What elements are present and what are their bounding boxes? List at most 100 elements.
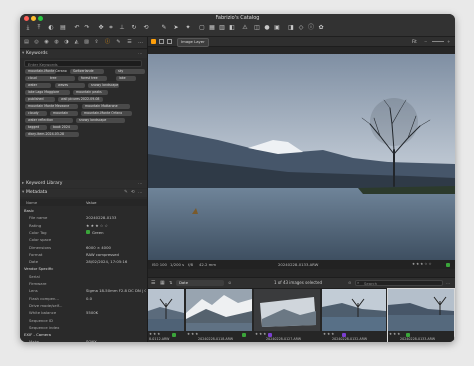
layers-icon[interactable]: ◇ xyxy=(297,24,305,32)
more-icon[interactable]: … xyxy=(138,180,143,188)
main-image[interactable] xyxy=(148,54,455,260)
metadata-group[interactable]: EXIF - Camera xyxy=(20,331,147,338)
straighten-icon[interactable]: ⊥ xyxy=(118,24,126,32)
keyword-chip[interactable]: Switzerlande xyxy=(70,69,104,74)
export-icon[interactable]: ⤒ xyxy=(35,24,43,32)
local-tab-icon[interactable]: ▨ xyxy=(83,39,90,46)
metadata-value[interactable]: Sigma 18-50mm F2.8 DC DN | C (Sony E) xyxy=(86,287,146,294)
keyword-chip[interactable]: snowy landscape xyxy=(88,83,119,88)
color-tag-green[interactable] xyxy=(446,262,450,267)
adjust-icon[interactable]: ◐ xyxy=(47,24,55,32)
keyword-input[interactable]: Enter Keywords xyxy=(24,60,142,67)
batch-tab-icon[interactable]: ☰ xyxy=(126,39,133,46)
color-tab-icon[interactable]: ◍ xyxy=(53,39,60,46)
keyword-chip[interactable]: cloudy xyxy=(25,111,47,116)
multi-view-icon[interactable]: ▥ xyxy=(218,24,226,32)
zoom-fit[interactable]: Fit xyxy=(412,37,417,46)
zoom-slider[interactable] xyxy=(432,41,444,42)
thumbnail[interactable]: ★ ★ ★ 20240228-0118.ARW xyxy=(186,289,252,342)
keyword-chip[interactable]: tagged xyxy=(25,125,47,130)
metadata-value[interactable]: 6000 × 4000 xyxy=(86,244,146,251)
keyword-chip[interactable]: wall picures 2022-09-08 xyxy=(58,97,103,102)
sort-order-icon[interactable]: ⇅ xyxy=(169,278,172,288)
metadata-value[interactable]: SONY xyxy=(86,338,146,342)
output-tab-icon[interactable]: ⇪ xyxy=(93,39,100,46)
metadata-value[interactable]: RAW compressed xyxy=(86,251,146,258)
filter-menu-icon[interactable]: ⊝ xyxy=(348,278,351,288)
metadata-tab-icon[interactable]: ⓘ xyxy=(104,39,111,46)
proof-icon[interactable]: ◫ xyxy=(253,24,261,32)
capture-tab-icon[interactable]: ◎ xyxy=(33,39,40,46)
multi-view-icon[interactable] xyxy=(159,39,164,44)
lens-tab-icon[interactable]: ◉ xyxy=(43,39,50,46)
color-tag-green[interactable] xyxy=(242,333,246,337)
more-icon[interactable]: … xyxy=(138,189,143,197)
keyword-chip[interactable]: mountain Mottarone xyxy=(82,104,130,109)
settings-icon[interactable]: ✿ xyxy=(317,24,325,32)
keyword-library-header[interactable]: ▸ Keyword Library … xyxy=(20,180,147,188)
zoom-in-icon[interactable]: + xyxy=(447,37,450,46)
keyword-chip[interactable]: tree xyxy=(47,76,75,81)
brush-icon[interactable]: ✎ xyxy=(160,24,168,32)
pan-icon[interactable]: ✥ xyxy=(97,24,105,32)
crop-icon[interactable]: ⌗ xyxy=(107,24,115,32)
keyword-chip[interactable]: water reflection xyxy=(25,118,73,123)
keyword-chip[interactable]: mountain peaks xyxy=(73,90,108,95)
exposure-tab-icon[interactable]: ◑ xyxy=(63,39,70,46)
keywords-header[interactable]: ▾ Keywords … xyxy=(20,50,147,58)
metadata-value[interactable]: 28/02/2024, 17:05:16 xyxy=(86,258,146,265)
adjust-tab-icon[interactable]: ✎ xyxy=(115,39,122,46)
cursor-icon[interactable]: ➤ xyxy=(172,24,180,32)
rating-stars[interactable]: ★ ★ ★ ☆ ☆ xyxy=(412,260,432,269)
picker-icon[interactable]: ✦ xyxy=(184,24,192,32)
keyword-chip[interactable]: waves xyxy=(55,83,85,88)
sidebar-toggle-icon[interactable]: ◨ xyxy=(287,24,295,32)
import-icon[interactable]: ⤓ xyxy=(24,24,32,32)
keyword-chip[interactable]: mountain Monte Mezzone xyxy=(25,104,78,109)
list-view-icon[interactable]: ☰ xyxy=(151,278,155,288)
compare-view-icon[interactable] xyxy=(167,39,172,44)
library-tab-icon[interactable]: ▤ xyxy=(23,39,30,46)
keyword-chip[interactable]: mountain-Monte Orfano xyxy=(81,111,132,116)
filter-icon[interactable]: ⊜ xyxy=(228,278,231,288)
keyword-chip[interactable]: lake xyxy=(116,76,136,81)
detail-tab-icon[interactable]: ◭ xyxy=(73,39,80,46)
color-icon[interactable]: ● xyxy=(263,24,271,32)
reset-icon[interactable]: ⟲ xyxy=(142,24,150,32)
metadata-value[interactable]: 5500K xyxy=(86,309,146,316)
metadata-group[interactable]: Vendor Specific xyxy=(20,265,147,272)
thumbnail[interactable]: ★ ★ ★ 8-0112.ARW xyxy=(148,289,184,342)
metadata-value[interactable]: Green xyxy=(92,229,152,236)
grid-view-icon[interactable]: ▦ xyxy=(160,278,165,288)
metadata-value[interactable]: ★ ★ ★ ☆ ☆ xyxy=(86,222,146,229)
focus-icon[interactable]: ▣ xyxy=(273,24,281,32)
reset-icon[interactable]: ⟲ xyxy=(131,189,135,197)
more-tabs-icon[interactable]: … xyxy=(137,39,144,46)
info-icon[interactable]: ⓘ xyxy=(307,24,315,32)
keyword-chip[interactable]: book 2024 xyxy=(50,125,78,130)
keyword-chip[interactable]: diary-item-2024-03-28 xyxy=(25,132,79,137)
thumbnail[interactable]: ★ ★ ★ 20240228-0132.ARW xyxy=(322,289,386,342)
zoom-out-icon[interactable]: − xyxy=(424,37,427,46)
more-icon[interactable]: … xyxy=(138,50,143,58)
metadata-header[interactable]: ▾ Metadata ✎ ⟲ … xyxy=(20,189,147,197)
more-icon[interactable]: … xyxy=(446,278,450,288)
search-input[interactable]: Search xyxy=(355,280,443,286)
keyword-chip[interactable]: sky xyxy=(115,69,145,74)
metadata-value[interactable]: 0.0 xyxy=(86,295,146,302)
redo-icon[interactable]: ↷ xyxy=(83,24,91,32)
thumbnail[interactable]: ★ ★ ★ 20240228-0127.ARW xyxy=(254,289,320,342)
keyword-chip[interactable]: mountain xyxy=(50,111,78,116)
grid-view-icon[interactable]: ▦ xyxy=(208,24,216,32)
exposure-warning-icon[interactable]: ⚠ xyxy=(241,24,249,32)
batch-icon[interactable]: ▤ xyxy=(59,24,67,32)
compare-icon[interactable]: ▢ xyxy=(198,24,206,32)
keyword-chip[interactable]: mountain-Monte Cerano xyxy=(25,69,67,74)
color-tag-green[interactable] xyxy=(172,333,176,337)
thumbnail-selected[interactable]: ★ ★ ★ 20240228-0133.ARW xyxy=(387,288,455,342)
keyword-chip[interactable]: water xyxy=(25,83,51,88)
keyword-chip[interactable]: forest tree xyxy=(78,76,107,81)
keyword-chip[interactable]: published xyxy=(25,97,55,102)
metadata-group[interactable]: Basic xyxy=(20,207,147,214)
sort-select[interactable]: Date xyxy=(176,280,224,286)
